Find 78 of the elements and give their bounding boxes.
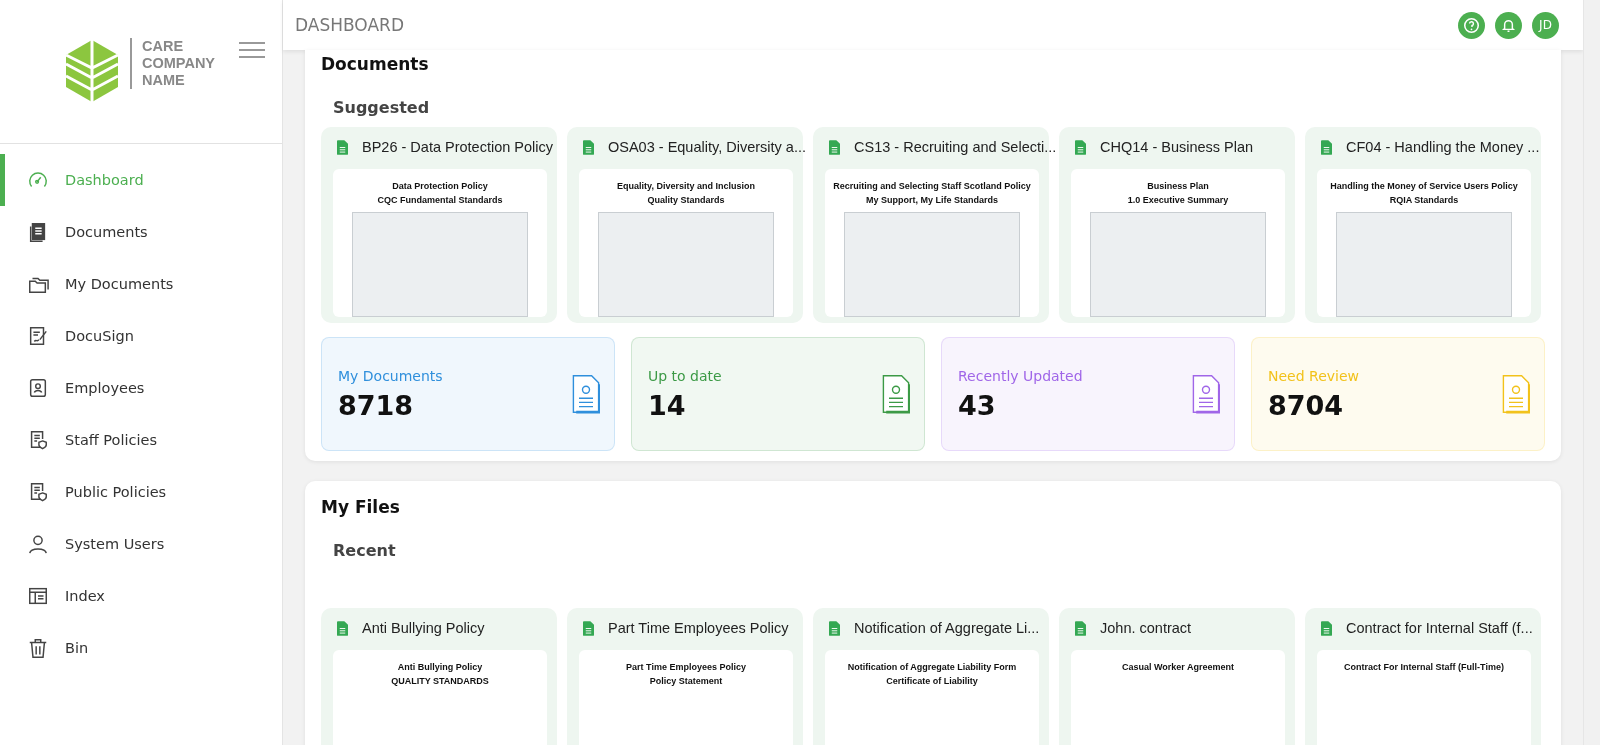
file-icon (829, 139, 840, 155)
sidebar-item[interactable]: Employees (0, 362, 282, 414)
document-card[interactable]: CF04 - Handling the Money ... Handling the Money of Service Users Policy RQIA Standards (1305, 127, 1541, 323)
menu-icon[interactable] (239, 42, 266, 58)
document-card[interactable]: Anti Bullying Policy Anti Bullying Policy QUALITY STANDARDS (321, 608, 557, 745)
sidebar-item[interactable]: My Documents (0, 258, 282, 310)
stat-card[interactable]: My Documents 8718 (321, 337, 615, 451)
index-icon (27, 585, 49, 607)
document-title: CHQ14 - Business Plan (1100, 139, 1254, 155)
document-card[interactable]: BP26 - Data Protection Policy Data Protection Policy CQC Fundamental Standards (321, 127, 557, 323)
file-icon (1075, 139, 1086, 155)
document-preview: Data Protection Policy CQC Fundamental Standards (333, 169, 547, 317)
document-card[interactable]: OSA03 - Equality, Diversity a... Equality, Diversity and Inclusion Quality Standards (567, 127, 803, 323)
document-preview: Recruiting and Selecting Staff Scotland Policy My Support, My Life Standards (825, 169, 1039, 317)
sidebar-item[interactable]: DocuSign (0, 310, 282, 362)
document-card[interactable]: Contract for Internal Staff (f... Contract For Internal Staff (Full-Time) (1305, 608, 1541, 745)
document-title: Part Time Employees Policy (608, 620, 789, 636)
document-title: Notification of Aggregate Li... (854, 620, 1040, 636)
stat-card[interactable]: Up to date 14 (631, 337, 925, 451)
sidebar-item[interactable]: Documents (0, 206, 282, 258)
sidebar-item[interactable]: System Users (0, 518, 282, 570)
file-icon (583, 620, 594, 636)
file-icon (829, 620, 840, 636)
stat-value: 8704 (1268, 389, 1345, 421)
sidebar-item[interactable]: Bin (0, 622, 282, 674)
document-title: CS13 - Recruiting and Selecti... (854, 139, 1057, 155)
document-title: Contract for Internal Staff (f... (1346, 620, 1533, 636)
document-card[interactable]: John. contract Casual Worker Agreement (1059, 608, 1295, 745)
document-icon (1192, 374, 1220, 414)
signature-icon (27, 325, 49, 347)
document-preview: Anti Bullying Policy QUALITY STANDARDS (333, 650, 547, 745)
stat-card[interactable]: Need Review 8704 (1251, 337, 1545, 451)
stat-label: My Documents (338, 367, 443, 384)
document-icon (572, 374, 600, 414)
stat-value: 14 (648, 389, 687, 421)
document-card[interactable]: Notification of Aggregate Li... Notification of Aggregate Liability Form Certificate of Liability (813, 608, 1049, 745)
file-icon (337, 139, 348, 155)
document-title: OSA03 - Equality, Diversity a... (608, 139, 806, 155)
stat-label: Recently Updated (958, 367, 1083, 384)
user-icon (27, 533, 49, 555)
document-icon (882, 374, 910, 414)
file-icon (1321, 139, 1332, 155)
section-title: My Files (321, 497, 401, 517)
file-icon (583, 139, 594, 155)
stat-value: 8718 (338, 389, 415, 421)
section-title: Documents (321, 54, 430, 74)
file-icon (1075, 620, 1086, 636)
notification-bell-icon[interactable] (1495, 11, 1522, 39)
document-card[interactable]: CHQ14 - Business Plan Business Plan 1.0 Executive Summary (1059, 127, 1295, 323)
document-preview: Handling the Money of Service Users Policy RQIA Standards (1317, 169, 1531, 317)
document-preview: Casual Worker Agreement (1071, 650, 1285, 745)
company-name: CARE COMPANY NAME (130, 38, 216, 89)
document-card[interactable]: Part Time Employees Policy Part Time Employees Policy Policy Statement (567, 608, 803, 745)
document-preview: Equality, Diversity and Inclusion Quality Standards (579, 169, 793, 317)
stat-label: Up to date (648, 367, 722, 384)
document-preview: Business Plan 1.0 Executive Summary (1071, 169, 1285, 317)
document-icon (1502, 374, 1530, 414)
section-subtitle: Suggested (333, 98, 431, 117)
page-title: DASHBOARD (295, 15, 404, 35)
file-icon (337, 620, 348, 636)
document-preview: Notification of Aggregate Liability Form Certificate of Liability (825, 650, 1039, 745)
trash-icon (27, 637, 49, 659)
stat-label: Need Review (1268, 367, 1359, 384)
document-preview: Contract For Internal Staff (Full-Time) (1317, 650, 1531, 745)
document-title: BP26 - Data Protection Policy (362, 139, 553, 155)
document-preview: Part Time Employees Policy Policy Statement (579, 650, 793, 745)
sidebar-item[interactable]: Staff Policies (0, 414, 282, 466)
section-subtitle: Recent (333, 541, 397, 560)
file-icon (1321, 620, 1332, 636)
sidebar-item[interactable]: Public Policies (0, 466, 282, 518)
document-title: John. contract (1100, 620, 1192, 636)
stat-value: 43 (958, 389, 997, 421)
document-title: CF04 - Handling the Money ... (1346, 139, 1540, 155)
id-badge-icon (27, 377, 49, 399)
stat-card[interactable]: Recently Updated 43 (941, 337, 1235, 451)
help-icon[interactable] (1458, 11, 1485, 39)
sidebar-item[interactable]: Index (0, 570, 282, 622)
document-title: Anti Bullying Policy (362, 620, 485, 636)
